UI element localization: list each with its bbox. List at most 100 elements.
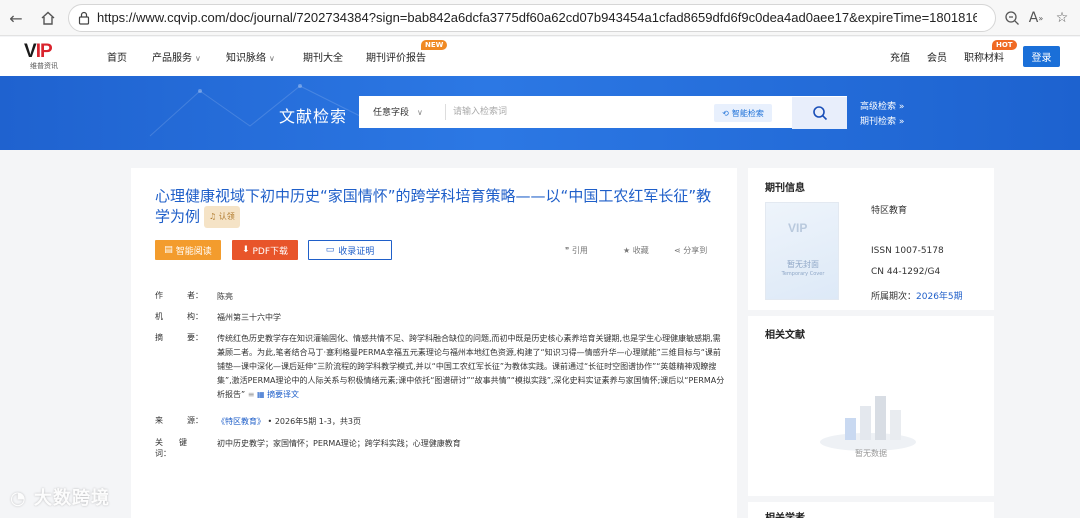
nav-knowledge[interactable]: 知识脉络 ∨ (226, 49, 275, 64)
source-detail: 2026年5期 1-3，共3页 (274, 417, 361, 426)
share-action[interactable]: ⋖ 分享到 (674, 245, 707, 256)
no-data-text: 暂无数据 (855, 449, 887, 458)
org-label: 机 构： (155, 312, 203, 321)
empty-data-illustration (820, 396, 916, 451)
star-icon: ★ (623, 246, 631, 255)
watermark-text: 大数跨境 (34, 488, 110, 509)
search-input[interactable] (453, 102, 703, 122)
divider (445, 104, 446, 120)
source-journal-link[interactable]: 《特区教育》 (217, 417, 265, 426)
nav-title-material[interactable]: 职称材料 (964, 49, 1004, 64)
chevron-down-icon: ∨ (417, 108, 423, 117)
search-field-label: 任意字段 (373, 108, 410, 118)
cqvip-logo[interactable]: VIP 维普资讯 (24, 42, 74, 72)
related-scholars-card: 相关学者 (748, 502, 994, 518)
collapse-icon[interactable]: ≡ (248, 390, 255, 399)
abstract-value: 传统红色历史教学存在知识灌输固化、情感共情不足、跨学科融合缺位的问题,而初中既是… (217, 332, 727, 402)
address-bar[interactable]: https://www.cqvip.com/doc/journal/720273… (68, 4, 996, 32)
logo-letter: V (24, 41, 37, 62)
article-title: 心理健康视域下初中历史“家国情怀”的跨学科培育策略——以“中国工农红军长征”教学… (155, 186, 715, 228)
keywords-value[interactable]: 初中历史教学；家国情怀；PERMA理论；跨学科实践；心理健康教育 (217, 437, 727, 451)
smart-read-button[interactable]: ▤ 智能阅读 (155, 240, 221, 260)
logo-subtitle: 维普资讯 (30, 62, 58, 70)
issue-label: 所属期次： (871, 292, 917, 302)
journal-name[interactable]: 特区教育 (871, 203, 907, 216)
browser-toolbar: ← https://www.cqvip.com/doc/journal/7202… (0, 0, 1080, 36)
nav-products[interactable]: 产品服务 ∨ (152, 49, 201, 64)
journal-issn: ISSN 1007-5178 (871, 246, 944, 256)
author-value[interactable]: 陈亮 (217, 290, 727, 304)
keywords-label: 关 键 词： (155, 438, 203, 458)
collect-action[interactable]: ★ 收藏 (623, 245, 649, 256)
hot-badge: HOT (992, 40, 1017, 50)
lock-icon (78, 11, 90, 25)
nav-journal-report[interactable]: 期刊评价报告 (366, 49, 426, 64)
search-field-select[interactable]: 任意字段 ∨ (373, 105, 423, 118)
logo-letters: IP (35, 41, 53, 62)
nav-knowledge-label: 知识脉络 (226, 53, 266, 64)
related-docs-card: 相关文献 暂无数据 (748, 316, 994, 496)
article-card: 心理健康视域下初中历史“家国情怀”的跨学科培育策略——以“中国工农红军长征”教学… (131, 168, 737, 518)
journal-issue: 所属期次：2026年5期 (871, 289, 963, 302)
chevron-down-icon: ∨ (269, 54, 275, 63)
nav-journals[interactable]: 期刊大全 (303, 49, 343, 64)
cite-action[interactable]: ❞ 引用 (565, 245, 588, 256)
source-value: 《特区教育》 • 2026年5期 1-3，共3页 (217, 417, 361, 426)
search-button[interactable] (792, 97, 847, 129)
inclusion-cert-label: 收录证明 (338, 246, 375, 257)
chevron-down-icon: ∨ (195, 54, 201, 63)
nav-member[interactable]: 会员 (927, 49, 947, 64)
login-button[interactable]: 登录 (1023, 46, 1060, 67)
zoom-icon[interactable] (1002, 8, 1022, 28)
favorite-star-icon[interactable]: ☆ (1052, 8, 1072, 28)
cover-placeholder-text: 暂无封面 (787, 260, 819, 269)
abstract-label: 摘 要： (155, 333, 203, 342)
cover-placeholder-subtext: Temporary Cover (781, 271, 825, 277)
share-label: 分享到 (683, 246, 708, 255)
claim-icon: ♫ (209, 212, 217, 221)
search-icon (812, 106, 827, 121)
source-label: 来 源： (155, 416, 203, 425)
new-badge: NEW (421, 40, 448, 50)
claim-label: 认领 (218, 212, 235, 221)
watermark-logo-icon: ◔ (10, 488, 27, 509)
smart-search-label: 智能检索 (731, 108, 764, 118)
collect-label: 收藏 (632, 246, 649, 255)
watermark: ◔ 大数跨境 (10, 484, 110, 510)
banner-title: 文献检索 (279, 107, 348, 126)
nav-products-label: 产品服务 (152, 53, 192, 64)
advanced-search-link[interactable]: 高级检索 » (860, 99, 904, 112)
journal-cn: CN 44-1292/G4 (871, 267, 941, 277)
journal-search-link[interactable]: 期刊检索 » (860, 114, 904, 127)
smart-read-label: 智能阅读 (175, 246, 212, 257)
site-header: VIP 维普资讯 首页 产品服务 ∨ 知识脉络 ∨ 期刊大全 期刊评价报告 NEW … (0, 37, 1080, 76)
download-icon: ⬇ (241, 245, 250, 255)
pdf-download-button[interactable]: ⬇ PDF下载 (232, 240, 298, 260)
share-icon: ⋖ (674, 246, 681, 255)
home-icon[interactable] (36, 6, 60, 30)
related-docs-title: 相关文献 (765, 330, 805, 341)
read-aloud-icon[interactable]: A» (1026, 8, 1046, 28)
related-scholars-title: 相关学者 (765, 509, 805, 518)
cite-label: 引用 (571, 246, 588, 255)
nav-recharge[interactable]: 充值 (890, 49, 910, 64)
smart-search-button[interactable]: ⟲ 智能检索 (714, 104, 772, 122)
translate-label: 摘要译文 (267, 390, 300, 399)
url-text: https://www.cqvip.com/doc/journal/720273… (97, 10, 977, 25)
refresh-icon: ⟲ (722, 108, 729, 118)
issue-link[interactable]: 2026年5期 (916, 292, 963, 302)
inclusion-cert-button[interactable]: ▭ 收录证明 (308, 240, 392, 260)
quote-icon: ❞ (565, 246, 570, 255)
pdf-download-label: PDF下载 (252, 246, 289, 257)
journal-info-card: 期刊信息 VIP 暂无封面 Temporary Cover 特区教育 ISSN … (748, 168, 994, 310)
journal-info-title: 期刊信息 (765, 183, 805, 194)
banner-decoration (149, 84, 361, 137)
claim-tag[interactable]: ♫ 认领 (204, 206, 240, 228)
journal-cover[interactable]: VIP 暂无封面 Temporary Cover (765, 202, 839, 300)
abstract-translation-link[interactable]: ▦ 摘要译文 (257, 390, 299, 399)
org-value[interactable]: 福州第三十六中学 (217, 311, 727, 325)
back-arrow-icon[interactable]: ← (4, 6, 28, 30)
search-box: 任意字段 ∨ (359, 96, 847, 128)
translate-icon: ▦ (256, 390, 265, 399)
nav-home[interactable]: 首页 (107, 49, 127, 64)
